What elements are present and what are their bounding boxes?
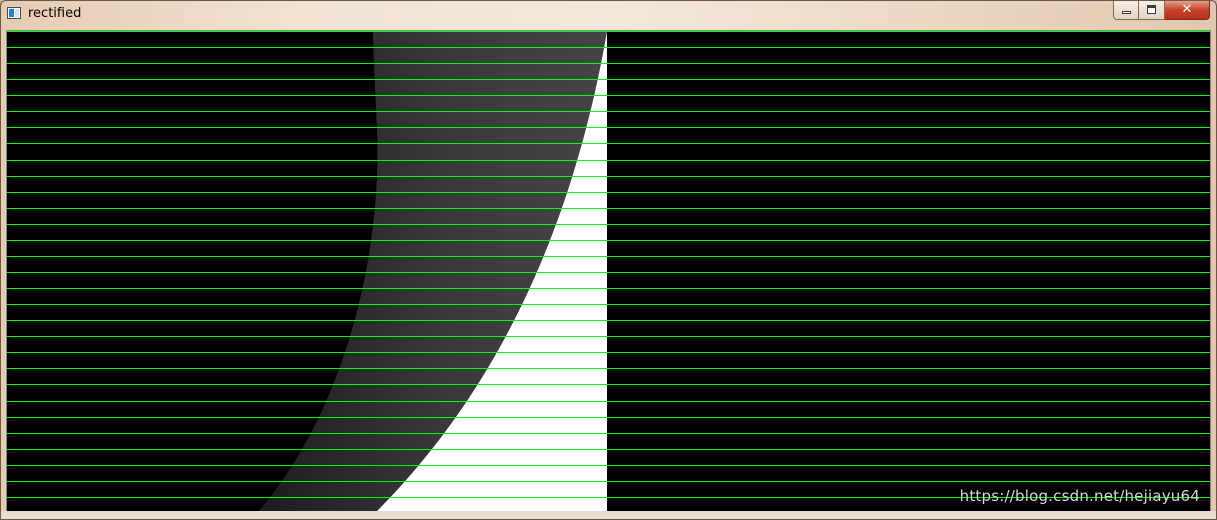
close-icon: ✕ <box>1181 2 1193 17</box>
close-button[interactable]: ✕ <box>1165 1 1210 20</box>
watermark: https://blog.csdn.net/hejiayu64 <box>959 487 1200 505</box>
minimize-button[interactable] <box>1113 1 1139 20</box>
maximize-button[interactable] <box>1139 1 1165 20</box>
title-bar[interactable]: rectified ✕ <box>1 1 1216 29</box>
maximize-icon <box>1147 5 1156 14</box>
app-window: rectified ✕ https://blog.csdn.net/hejiay… <box>0 0 1217 520</box>
window-title: rectified <box>28 6 82 21</box>
bottom-strip <box>1 511 1216 519</box>
app-icon <box>7 7 21 19</box>
window-controls: ✕ <box>1113 1 1210 20</box>
image-canvas: https://blog.csdn.net/hejiayu64 <box>6 30 1211 514</box>
minimize-icon <box>1122 11 1131 14</box>
rectified-view <box>7 31 1210 513</box>
